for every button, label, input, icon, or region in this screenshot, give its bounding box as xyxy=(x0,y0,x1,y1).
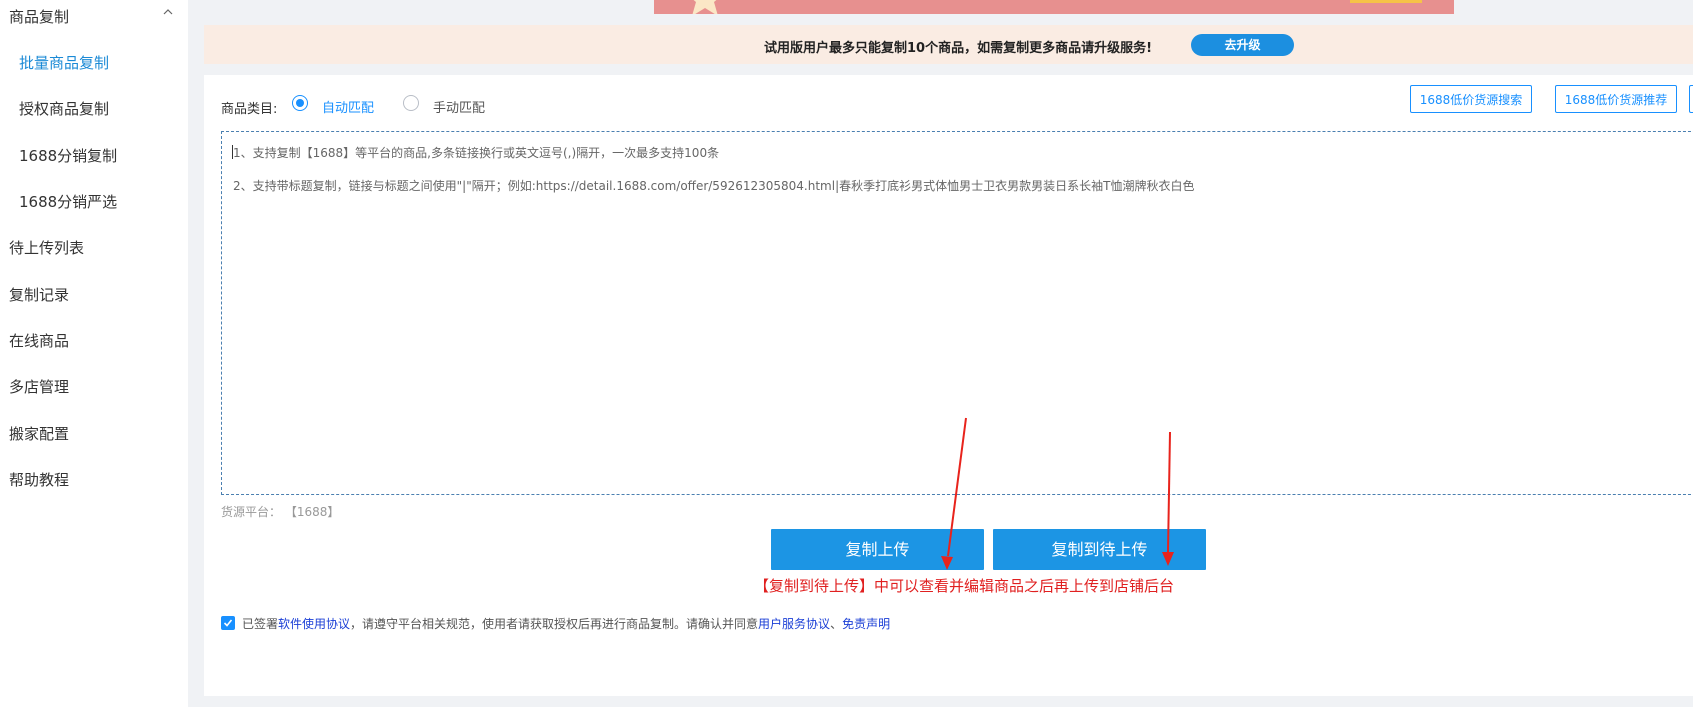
placeholder-line-1: 1、支持复制【1688】等平台的商品,多条链接换行或英文逗号(,)隔开，一次最多… xyxy=(233,146,720,160)
source-platform-value: 【1688】 xyxy=(284,505,340,519)
sidebar-item-batch-copy[interactable]: 批量商品复制 xyxy=(19,52,109,73)
source-search-button[interactable]: 1688低价货源搜索 xyxy=(1410,85,1532,113)
notice-bar: 试用版用户最多只能复制10个商品，如需复制更多商品请升级服务! 去升级 xyxy=(204,25,1693,64)
copy-form-card: 商品类目: 自动匹配 手动匹配 1688低价货源搜索 1688低价货源推荐 1、… xyxy=(204,75,1693,696)
agreement-middle: ，请遵守平台相关规范，使用者请获取授权后再进行商品复制。请确认并同意 xyxy=(350,617,759,631)
upgrade-button[interactable]: 去升级 xyxy=(1191,34,1294,56)
sidebar-item-copy-records[interactable]: 复制记录 xyxy=(9,284,69,305)
agreement-checkbox[interactable] xyxy=(221,616,235,630)
radio-auto-match-label[interactable]: 自动匹配 xyxy=(322,97,374,116)
source-platform-label: 货源平台： xyxy=(221,505,282,519)
banner-button[interactable] xyxy=(1350,0,1422,3)
promo-banner[interactable] xyxy=(654,0,1454,14)
placeholder-line-2: 2、支持带标题复制，链接与标题之间使用"|"隔开；例如:https://deta… xyxy=(233,179,1195,193)
software-agreement-link[interactable]: 软件使用协议 xyxy=(278,617,350,631)
radio-manual-match-label[interactable]: 手动匹配 xyxy=(433,97,485,116)
agreement-separator: 、 xyxy=(830,617,843,631)
sidebar-item-authorized-copy[interactable]: 授权商品复制 xyxy=(19,98,109,119)
checkmark-icon xyxy=(223,619,233,627)
sidebar-item-online-products[interactable]: 在线商品 xyxy=(9,330,69,351)
sidebar-group-product-copy[interactable]: 商品复制 xyxy=(9,6,69,27)
agreement-text: 已签署软件使用协议，请遵守平台相关规范，使用者请获取授权后再进行商品复制。请确认… xyxy=(242,615,890,632)
sidebar-item-multi-store[interactable]: 多店管理 xyxy=(9,376,69,397)
user-service-agreement-link[interactable]: 用户服务协议 xyxy=(758,617,830,631)
sidebar-item-pending-upload[interactable]: 待上传列表 xyxy=(9,237,84,258)
sidebar-group-label: 商品复制 xyxy=(9,8,70,26)
disclaimer-link[interactable]: 免责声明 xyxy=(842,617,890,631)
sidebar-item-migration-config[interactable]: 搬家配置 xyxy=(9,423,69,444)
copy-to-pending-button[interactable]: 复制到待上传 xyxy=(993,529,1206,570)
agreement-prefix: 已签署 xyxy=(242,617,279,631)
radio-auto-match[interactable] xyxy=(292,95,308,111)
source-extra-button[interactable] xyxy=(1689,85,1693,113)
star-icon xyxy=(692,0,718,14)
links-textarea[interactable]: 1、支持复制【1688】等平台的商品,多条链接换行或英文逗号(,)隔开，一次最多… xyxy=(221,131,1693,495)
sidebar-item-1688-distribution-select[interactable]: 1688分销严选 xyxy=(19,191,117,212)
category-label: 商品类目: xyxy=(221,102,278,117)
notice-text: 试用版用户最多只能复制10个商品，如需复制更多商品请升级服务! xyxy=(764,41,1153,56)
copy-upload-button[interactable]: 复制上传 xyxy=(771,529,984,570)
sidebar: 商品复制 批量商品复制 授权商品复制 1688分销复制 1688分销严选 待上传… xyxy=(0,0,188,707)
chevron-up-icon[interactable] xyxy=(161,5,175,19)
radio-manual-match[interactable] xyxy=(403,95,419,111)
sidebar-item-1688-distribution-copy[interactable]: 1688分销复制 xyxy=(19,145,117,166)
source-recommend-button[interactable]: 1688低价货源推荐 xyxy=(1555,85,1677,113)
sidebar-item-help-tutorial[interactable]: 帮助教程 xyxy=(9,469,69,490)
pending-hint-text: 【复制到待上传】中可以查看并编辑商品之后再上传到店铺后台 xyxy=(754,577,1175,595)
source-platform: 货源平台： 【1688】 xyxy=(221,503,339,520)
